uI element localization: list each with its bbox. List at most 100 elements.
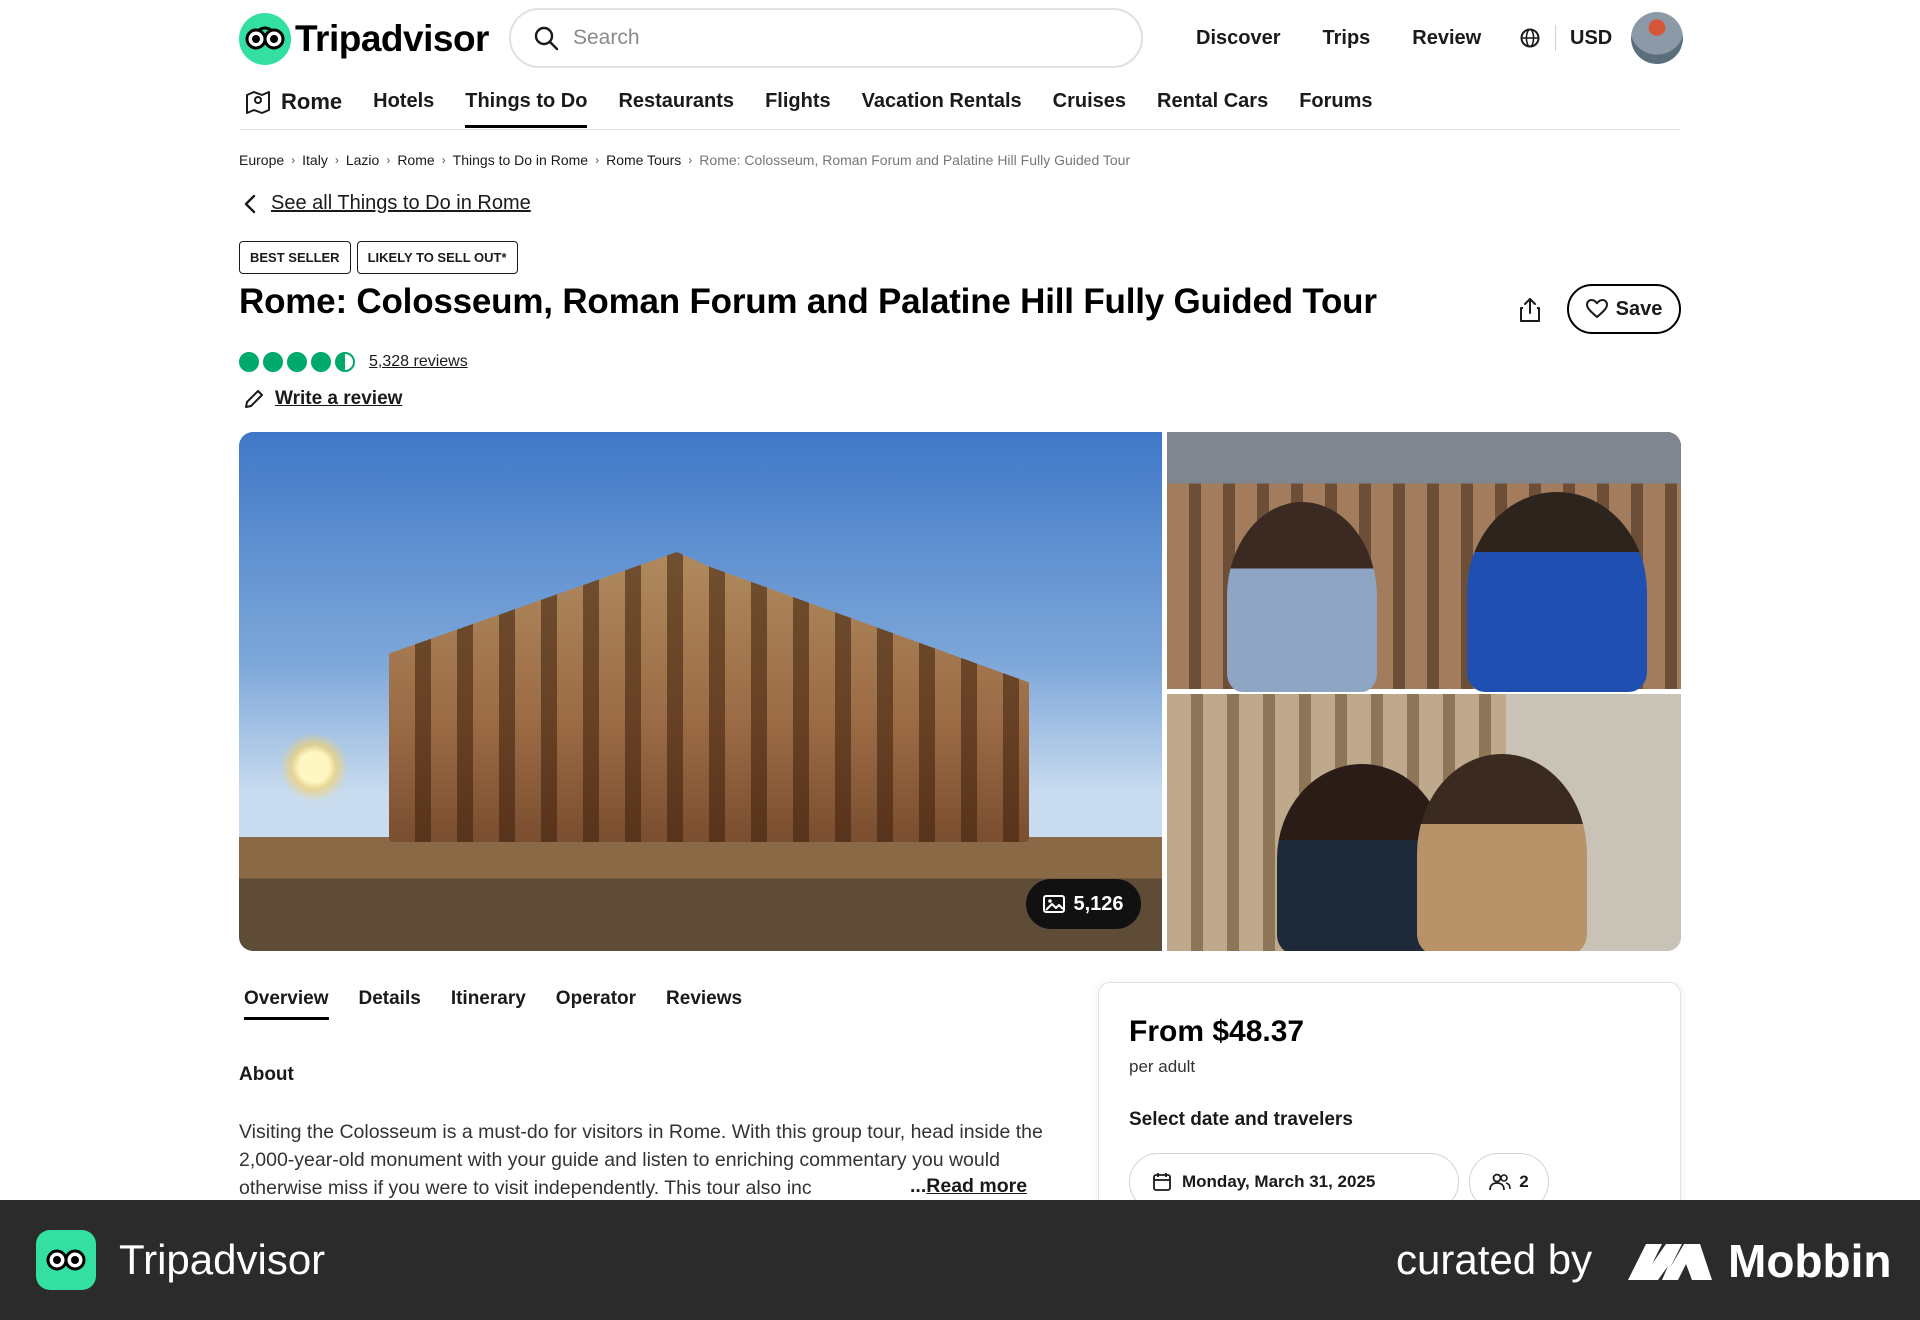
- photo-person: [1227, 502, 1377, 692]
- select-date-heading: Select date and travelers: [1129, 1109, 1353, 1130]
- tripadvisor-app-icon: [36, 1230, 96, 1290]
- read-more-link[interactable]: ...Read more: [908, 1172, 1028, 1200]
- map-icon: [246, 91, 270, 114]
- chevron-right-icon: ›: [441, 153, 446, 167]
- mobbin-wordmark: Mobbin: [1728, 1235, 1892, 1287]
- share-button[interactable]: [1510, 290, 1550, 330]
- pencil-icon: [245, 390, 263, 408]
- subnav-home-rome[interactable]: Rome: [245, 82, 342, 122]
- rating-bubble-icon: [287, 352, 307, 372]
- travelers-icon: [1489, 1173, 1512, 1191]
- breadcrumb-italy[interactable]: Italy: [302, 152, 328, 168]
- likely-to-sell-out-badge: LIKELY TO SELL OUT*: [356, 241, 518, 274]
- nav-review[interactable]: Review: [1412, 27, 1481, 50]
- heart-icon: [1585, 299, 1608, 318]
- breadcrumb-lazio[interactable]: Lazio: [346, 152, 379, 168]
- image-icon: [1043, 895, 1066, 913]
- read-more-prefix: ...: [910, 1175, 927, 1197]
- detail-tabs: Overview Details Itinerary Operator Revi…: [244, 988, 742, 1020]
- chevron-right-icon: ›: [334, 153, 339, 167]
- chevron-right-icon: ›: [595, 153, 600, 167]
- photo-person: [1417, 754, 1587, 951]
- rating-summary[interactable]: 5,328 reviews: [239, 352, 468, 372]
- write-review-link[interactable]: Write a review: [243, 388, 402, 410]
- subnav-forums[interactable]: Forums: [1299, 82, 1372, 128]
- search-bar[interactable]: [509, 8, 1143, 68]
- nav-trips[interactable]: Trips: [1323, 27, 1371, 50]
- tab-reviews[interactable]: Reviews: [666, 988, 742, 1020]
- share-icon: [1520, 298, 1540, 322]
- photo-person: [1467, 492, 1647, 692]
- curation-footer: Tripadvisor curated by Mobbin: [0, 1200, 1920, 1320]
- price-from: From $48.37: [1129, 1015, 1305, 1048]
- tab-itinerary[interactable]: Itinerary: [451, 988, 526, 1020]
- mobbin-logo: Mobbin: [1626, 1234, 1892, 1288]
- subnav-home-label: Rome: [281, 89, 343, 114]
- breadcrumb-things-to-do[interactable]: Things to Do in Rome: [453, 152, 588, 168]
- subnav-cruises[interactable]: Cruises: [1053, 82, 1126, 128]
- photo-count: 5,126: [1073, 892, 1124, 915]
- colosseum-shape: [389, 552, 1029, 842]
- mobbin-mark-icon: [1628, 1244, 1712, 1280]
- best-seller-badge: BEST SELLER: [239, 241, 351, 274]
- subnav-things-to-do[interactable]: Things to Do: [465, 82, 588, 128]
- side-photo-selfie[interactable]: [1167, 694, 1681, 951]
- brand-name: Tripadvisor: [295, 18, 489, 59]
- back-link-label: See all Things to Do in Rome: [271, 192, 531, 214]
- price-unit: per adult: [1129, 1057, 1196, 1076]
- breadcrumb-current: Rome: Colosseum, Roman Forum and Palatin…: [699, 152, 1131, 168]
- main-photo-colosseum[interactable]: 5,126: [239, 432, 1162, 951]
- globe-icon: [1520, 28, 1540, 48]
- top-nav: Discover Trips Review: [1196, 8, 1481, 68]
- chevron-right-icon: ›: [291, 153, 296, 167]
- chevron-right-icon: ›: [386, 153, 391, 167]
- photo-gallery: 5,126: [239, 432, 1681, 951]
- divider: [1555, 25, 1556, 51]
- currency-selector[interactable]: USD: [1519, 8, 1612, 68]
- selected-date: Monday, March 31, 2025: [1182, 1172, 1376, 1191]
- user-avatar[interactable]: [1631, 12, 1683, 64]
- side-photo-guide[interactable]: [1167, 432, 1681, 692]
- back-to-things-to-do-link[interactable]: See all Things to Do in Rome: [243, 192, 531, 215]
- currency-label: USD: [1570, 26, 1613, 49]
- save-button[interactable]: Save: [1567, 284, 1681, 334]
- top-header: Tripadvisor Discover Trips Review USD: [239, 8, 1683, 70]
- rating-bubble-icon: [263, 352, 283, 372]
- breadcrumb-rome[interactable]: Rome: [397, 152, 434, 168]
- rating-bubble-icon: [311, 352, 331, 372]
- curated-by-label: curated by: [1396, 1236, 1593, 1283]
- subnav-vacation-rentals[interactable]: Vacation Rentals: [862, 82, 1022, 128]
- subnav-hotels[interactable]: Hotels: [373, 82, 434, 128]
- write-review-label: Write a review: [275, 388, 403, 409]
- photo-count-button[interactable]: 5,126: [1026, 879, 1141, 929]
- tab-operator[interactable]: Operator: [556, 988, 636, 1020]
- about-heading: About: [239, 1064, 294, 1085]
- rating-half-bubble-icon: [335, 352, 355, 372]
- location-subnav: Rome Hotels Things to Do Restaurants Fli…: [239, 82, 1681, 130]
- chevron-right-icon: ›: [688, 153, 693, 167]
- breadcrumb: Europe › Italy › Lazio › Rome › Things t…: [239, 152, 1130, 168]
- tab-overview[interactable]: Overview: [244, 988, 329, 1020]
- breadcrumb-europe[interactable]: Europe: [239, 152, 284, 168]
- search-icon: [534, 26, 559, 51]
- nav-discover[interactable]: Discover: [1196, 27, 1281, 50]
- subnav-flights[interactable]: Flights: [765, 82, 831, 128]
- page-title: Rome: Colosseum, Roman Forum and Palatin…: [239, 282, 1377, 321]
- footer-app-name: Tripadvisor: [119, 1236, 326, 1283]
- rating-bubble-icon: [239, 352, 259, 372]
- review-count-link[interactable]: 5,328 reviews: [369, 353, 468, 371]
- subnav-rental-cars[interactable]: Rental Cars: [1157, 82, 1268, 128]
- search-input[interactable]: [573, 26, 1093, 50]
- text-fade: [850, 1172, 910, 1200]
- sun-glare: [279, 732, 349, 802]
- calendar-icon: [1153, 1173, 1171, 1191]
- tab-details[interactable]: Details: [359, 988, 421, 1020]
- traveler-count: 2: [1519, 1172, 1529, 1191]
- chevron-left-icon: [244, 194, 256, 213]
- read-more-label: Read more: [926, 1175, 1028, 1197]
- breadcrumb-rome-tours[interactable]: Rome Tours: [606, 152, 681, 168]
- owl-logo-icon: [239, 13, 291, 65]
- tripadvisor-logo[interactable]: Tripadvisor: [239, 13, 489, 65]
- subnav-restaurants[interactable]: Restaurants: [618, 82, 734, 128]
- badge-row: BEST SELLER LIKELY TO SELL OUT*: [239, 241, 518, 274]
